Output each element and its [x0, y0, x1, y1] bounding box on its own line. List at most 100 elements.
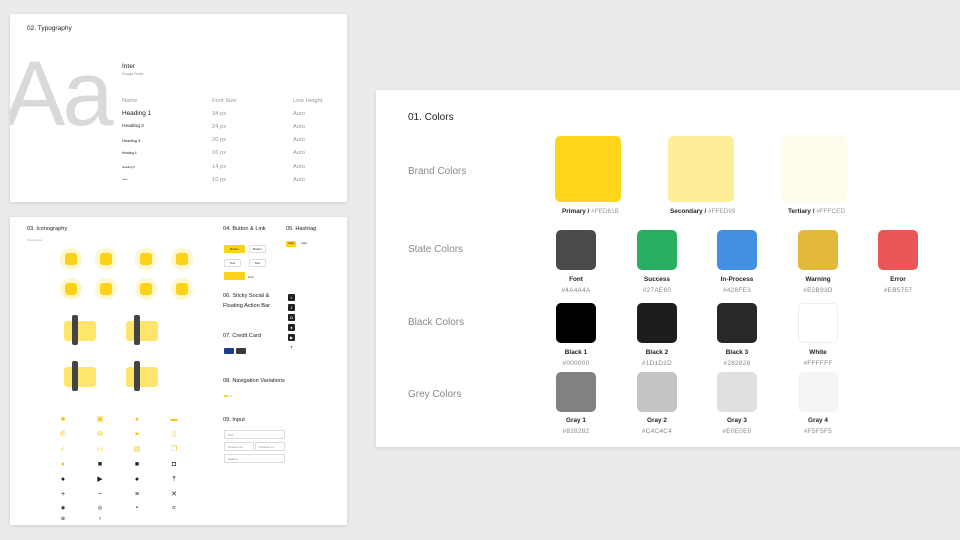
type-row-name: Label: [122, 178, 128, 181]
swatch-black-3: [717, 303, 757, 343]
header-name: Name: [122, 97, 138, 104]
telescope-illustration: [58, 357, 102, 397]
swatch-gray-2: [637, 372, 677, 412]
type-row: Heading 2 24 px Auto: [122, 120, 337, 133]
black-3-name: Black 3: [725, 349, 749, 356]
illustrations-label: Illustrations: [27, 238, 43, 242]
white-name: White: [809, 349, 827, 356]
phone-icon: ✆: [60, 431, 66, 438]
error-color-name: Error: [890, 276, 906, 283]
buttons-section-title: 04. Button & Link: [223, 226, 266, 232]
document-illustration: [60, 278, 82, 300]
gray-1-name: Gray 1: [566, 417, 586, 424]
type-row-lh: Auto: [293, 123, 305, 130]
chevron-left-icon: ‹: [99, 516, 101, 522]
type-row-name: Heading 5: [122, 164, 135, 169]
text-input[interactable]: Text: [224, 430, 285, 439]
colors-card: 01. Colors Brand Colors State Colors Bla…: [376, 90, 960, 447]
sticky-upload-icon[interactable]: ⤒: [288, 344, 295, 351]
card-icon: ▭: [96, 446, 104, 453]
nav-dot-active[interactable]: [224, 395, 228, 397]
swatch-warning: [798, 230, 838, 270]
swatch-white: [798, 303, 838, 343]
sticky-chat-icon[interactable]: ▪: [288, 294, 295, 301]
primary-button[interactable]: Button: [224, 245, 245, 253]
iconography-section-title: 03. Iconography: [27, 226, 68, 232]
toggle-button[interactable]: [224, 272, 245, 280]
gray-4-name: Gray 4: [808, 417, 828, 424]
hashtag-chip-active[interactable]: Label: [286, 241, 296, 247]
type-row-size: 10 px: [212, 176, 227, 183]
link-text[interactable]: Link: [248, 275, 254, 279]
text-dropdown-button[interactable]: Text: [224, 259, 241, 267]
type-row-size: 20 px: [212, 137, 227, 144]
type-row-size: 34 px: [212, 110, 227, 117]
type-row-lh: Auto: [293, 163, 305, 170]
select-input-1[interactable]: Choose an: [224, 442, 254, 451]
brand-colors-label: Brand Colors: [408, 166, 467, 177]
youtube-dark-icon: ▶: [97, 476, 103, 483]
compass-icon: ●: [134, 416, 140, 423]
text-dropdown-open-button[interactable]: Text: [249, 259, 266, 267]
send-icon: ➤: [134, 431, 140, 438]
check-dark-icon: ●: [134, 476, 140, 483]
type-row: Heading 1 34 px Auto: [122, 107, 337, 120]
header-line-height: Line Height: [293, 97, 323, 104]
sticky-facebook-icon[interactable]: f: [288, 304, 295, 311]
sticky-title-line-1: 06. Sticky Social &: [223, 293, 270, 299]
select-input-2[interactable]: Choose an: [255, 442, 285, 451]
input-section-title: 09. Input: [223, 417, 245, 423]
gray-3-hex: #E0E0E0: [722, 428, 752, 435]
type-row-size: 16 px: [212, 150, 227, 157]
search-input[interactable]: Search: [224, 454, 285, 463]
hashtag-chip[interactable]: Label: [299, 241, 309, 247]
page-icon: ▤: [133, 446, 141, 453]
black-2-name: Black 2: [645, 349, 669, 356]
swatch-tertiary: [781, 136, 847, 202]
type-row-name: Heading 2: [122, 124, 144, 130]
facebook-icon: ■: [60, 416, 66, 423]
type-row-name: Heading 3: [122, 137, 141, 143]
navigation-section-title: 08. Navigation Variations: [223, 378, 285, 384]
secondary-button[interactable]: Button: [249, 245, 266, 253]
avatar-illustration: [171, 278, 193, 300]
target-icon: ◎: [97, 505, 103, 511]
warning-color-hex: #E2B93D: [803, 287, 833, 294]
package-illustration: [135, 278, 157, 300]
nav-dot[interactable]: [230, 395, 232, 397]
typography-sample-glyph: Aa: [10, 43, 114, 145]
swatch-gray-3: [717, 372, 757, 412]
state-colors-label: State Colors: [408, 244, 464, 255]
sticky-youtube-icon[interactable]: ▶: [288, 334, 295, 341]
sticky-title-line-2: Floating Action Bar: [223, 303, 270, 309]
close-icon: ✕: [171, 491, 177, 498]
primary-color-label: Primary / #FED61B: [562, 208, 619, 215]
ticket-illustration: [135, 248, 157, 270]
type-row-lh: Auto: [293, 110, 305, 117]
bin-icon: ▯: [172, 431, 176, 438]
typography-card: 02. Typography Aa Inter Google Fonts Nam…: [10, 14, 347, 202]
tertiary-color-label: Tertiary / #FFFCED: [788, 208, 846, 215]
in-process-color-name: In-Process: [720, 276, 754, 283]
sticky-instagram-icon[interactable]: ◘: [288, 314, 295, 321]
type-row: Heading 4 16 px Auto: [122, 147, 337, 160]
type-row-lh: Auto: [293, 150, 305, 157]
mastercard-icon: [236, 348, 246, 354]
secondary-color-label: Secondary / #FFED99: [670, 208, 736, 215]
white-hex: #FFFFFF: [803, 360, 833, 367]
iconography-card: 03. Iconography Illustrations ■ ▣ ● ▬ ✆ …: [10, 217, 347, 525]
typography-section-title: 02. Typography: [27, 25, 72, 32]
font-name: Inter: [122, 63, 136, 70]
type-row-size: 14 px: [212, 163, 227, 170]
copy-icon: ❐: [170, 446, 178, 453]
header-size: Font Size: [212, 97, 237, 104]
black-3-hex: #282828: [723, 360, 751, 367]
credit-card-section-title: 07. Credit Card: [223, 333, 261, 339]
type-row-name: Heading 4: [122, 151, 137, 156]
car-icon: ◓: [135, 505, 139, 511]
type-row-size: 24 px: [212, 123, 227, 130]
type-row-lh: Auto: [293, 176, 305, 183]
sticky-compass-icon[interactable]: ●: [288, 324, 295, 331]
in-process-color-hex: #428FE3: [722, 287, 752, 294]
type-row: Label 10 px Auto: [122, 173, 337, 186]
